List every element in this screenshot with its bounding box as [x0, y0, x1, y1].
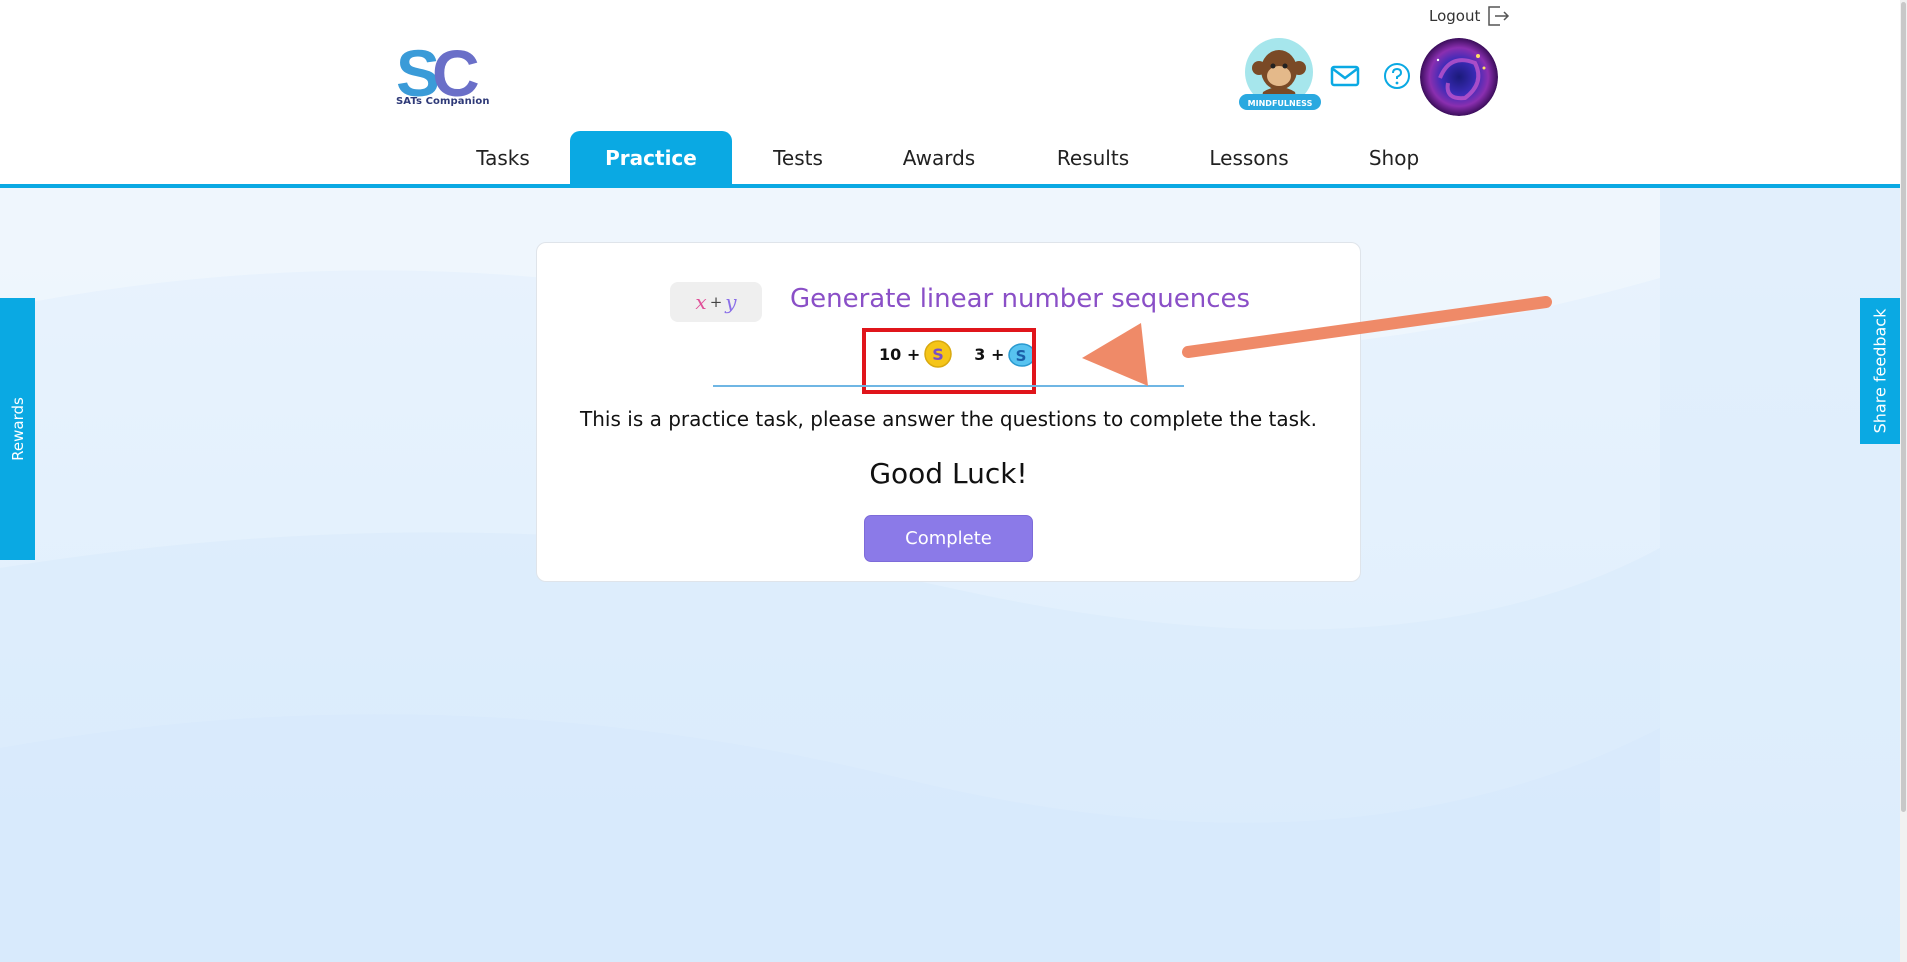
page-scrollbar[interactable] — [1900, 0, 1907, 962]
mail-icon[interactable] — [1330, 64, 1360, 88]
help-icon[interactable] — [1382, 61, 1412, 91]
share-feedback-label: Share feedback — [1870, 308, 1890, 434]
share-feedback-tab[interactable]: Share feedback — [1860, 298, 1900, 444]
rewards-side-tab-label: Rewards — [8, 397, 27, 461]
algebra-icon: x + y — [670, 282, 762, 322]
task-description: This is a practice task, please answer t… — [580, 407, 1317, 431]
logout-icon — [1488, 6, 1510, 26]
annotation-arrow — [1082, 296, 1552, 386]
logout-button[interactable]: Logout — [1429, 5, 1510, 27]
scrollbar-thumb[interactable] — [1901, 2, 1906, 812]
nav-tab-results[interactable]: Results — [1044, 131, 1142, 185]
nav-tab-tasks[interactable]: Tasks — [460, 131, 546, 185]
nav-tab-practice[interactable]: Practice — [570, 131, 732, 185]
nav-tab-lessons[interactable]: Lessons — [1196, 131, 1302, 185]
complete-button[interactable]: Complete — [864, 515, 1033, 562]
nav-tab-awards[interactable]: Awards — [888, 131, 990, 185]
nav-tab-shop[interactable]: Shop — [1358, 131, 1430, 185]
nav-tab-tests[interactable]: Tests — [756, 131, 840, 185]
rewards-side-tab[interactable]: Rewards — [0, 298, 35, 560]
logo-text: SATs Companion — [396, 96, 490, 107]
logout-label: Logout — [1429, 7, 1481, 25]
algebra-icon-x: x — [695, 290, 707, 314]
algebra-icon-y: y — [725, 290, 737, 314]
main-nav: Tasks Practice Tests Awards Results Less… — [0, 131, 1900, 187]
monkey-avatar[interactable]: MINDFULNESS — [1237, 36, 1323, 116]
good-luck-text: Good Luck! — [869, 457, 1028, 490]
algebra-icon-plus: + — [709, 293, 723, 311]
profile-avatar[interactable] — [1420, 38, 1498, 116]
avatar-badge-label: MINDFULNESS — [1248, 99, 1313, 108]
